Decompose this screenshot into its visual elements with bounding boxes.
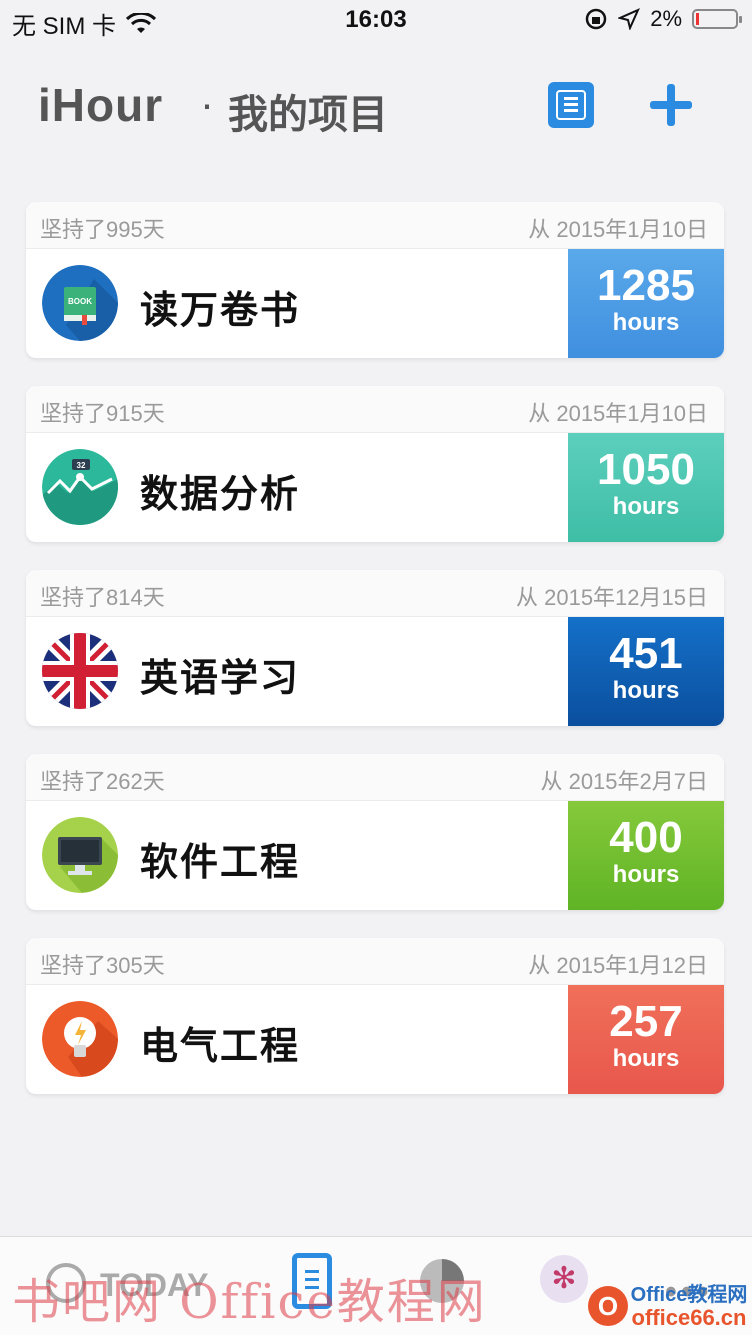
svg-text:BOOK: BOOK xyxy=(68,297,92,306)
list-icon xyxy=(556,90,586,120)
watermark-text: 书吧网 Office教程网 xyxy=(12,1274,487,1330)
project-card[interactable]: 坚持了915天 从 2015年1月10日 32 数据分析 1050 hours xyxy=(26,386,724,542)
card-body: 英语学习 451 hours xyxy=(26,617,724,726)
office-logo-icon: O xyxy=(588,1286,628,1326)
card-body: 32 数据分析 1050 hours xyxy=(26,433,724,542)
start-date: 从 2015年2月7日 xyxy=(540,769,708,794)
project-name: 软件工程 xyxy=(140,842,301,884)
watermark-site-url: office66.cn xyxy=(631,1305,747,1330)
project-card[interactable]: 坚持了262天 从 2015年2月7日 软件工程 400 hours xyxy=(26,754,724,910)
start-date: 从 2015年12月15日 xyxy=(516,585,708,610)
hours-unit: hours xyxy=(612,861,680,888)
card-header: 坚持了262天 从 2015年2月7日 xyxy=(26,754,724,801)
card-body: 电气工程 257 hours xyxy=(26,985,724,1094)
battery-icon xyxy=(692,9,742,29)
app-title: iHour xyxy=(38,79,164,131)
add-project-button[interactable] xyxy=(650,84,692,126)
project-name: 读万卷书 xyxy=(140,290,301,332)
start-date: 从 2015年1月12日 xyxy=(528,953,708,978)
pinwheel-icon[interactable]: ✻ xyxy=(540,1255,588,1303)
hours-unit: hours xyxy=(612,1045,680,1072)
card-header: 坚持了814天 从 2015年12月15日 xyxy=(26,570,724,617)
hours-value: 451 xyxy=(609,629,683,678)
battery-percent: 2% xyxy=(650,6,682,31)
hours-value: 400 xyxy=(609,813,683,862)
project-name: 数据分析 xyxy=(140,474,301,516)
book-icon: BOOK xyxy=(42,265,118,341)
hours-unit: hours xyxy=(612,677,680,704)
card-header: 坚持了995天 从 2015年1月10日 xyxy=(26,202,724,249)
hours-badge: 451 hours xyxy=(568,617,724,726)
card-body: BOOK 读万卷书 1285 hours xyxy=(26,249,724,358)
start-date: 从 2015年1月10日 xyxy=(528,217,708,242)
days-count: 坚持了262天 xyxy=(40,769,165,794)
watermark-site: Office教程网 office66.cn xyxy=(626,1284,752,1330)
project-name: 电气工程 xyxy=(140,1026,301,1068)
project-list: 坚持了995天 从 2015年1月10日 BOOK 读万卷书 1285 hour… xyxy=(26,202,724,1122)
hours-badge: 257 hours xyxy=(568,985,724,1094)
start-date: 从 2015年1月10日 xyxy=(528,401,708,426)
hours-unit: hours xyxy=(612,309,680,336)
chart-icon: 32 xyxy=(42,449,118,525)
hours-badge: 1285 hours xyxy=(568,249,724,358)
card-header: 坚持了305天 从 2015年1月12日 xyxy=(26,938,724,985)
project-card[interactable]: 坚持了995天 从 2015年1月10日 BOOK 读万卷书 1285 hour… xyxy=(26,202,724,358)
watermark-site-name: Office教程网 xyxy=(630,1284,748,1306)
hours-badge: 400 hours xyxy=(568,801,724,910)
page-title: 我的项目 xyxy=(228,93,388,137)
list-button[interactable] xyxy=(548,82,594,128)
hours-badge: 1050 hours xyxy=(568,433,724,542)
card-body: 软件工程 400 hours xyxy=(26,801,724,910)
title-separator: · xyxy=(200,80,214,127)
days-count: 坚持了814天 xyxy=(40,585,165,610)
uk-flag-icon xyxy=(42,633,118,709)
bulb-icon xyxy=(42,1001,118,1077)
hours-unit: hours xyxy=(612,493,680,520)
status-right: 2% xyxy=(584,6,742,32)
status-bar: 无 SIM 卡 16:03 2% xyxy=(0,0,752,44)
card-header: 坚持了915天 从 2015年1月10日 xyxy=(26,386,724,433)
project-card[interactable]: 坚持了814天 从 2015年12月15日 英语学习 451 hours xyxy=(26,570,724,726)
project-name: 英语学习 xyxy=(140,658,301,700)
hours-value: 257 xyxy=(609,997,683,1046)
orientation-lock-icon xyxy=(585,8,607,30)
days-count: 坚持了305天 xyxy=(40,953,165,978)
hours-value: 1285 xyxy=(597,261,695,310)
project-card[interactable]: 坚持了305天 从 2015年1月12日 电气工程 257 hours xyxy=(26,938,724,1094)
days-count: 坚持了995天 xyxy=(40,217,165,242)
monitor-icon xyxy=(42,817,118,893)
days-count: 坚持了915天 xyxy=(40,401,165,426)
hours-value: 1050 xyxy=(597,445,695,494)
svg-text:32: 32 xyxy=(77,461,86,470)
location-icon xyxy=(618,8,641,30)
header: iHour · 我的项目 xyxy=(0,70,752,150)
